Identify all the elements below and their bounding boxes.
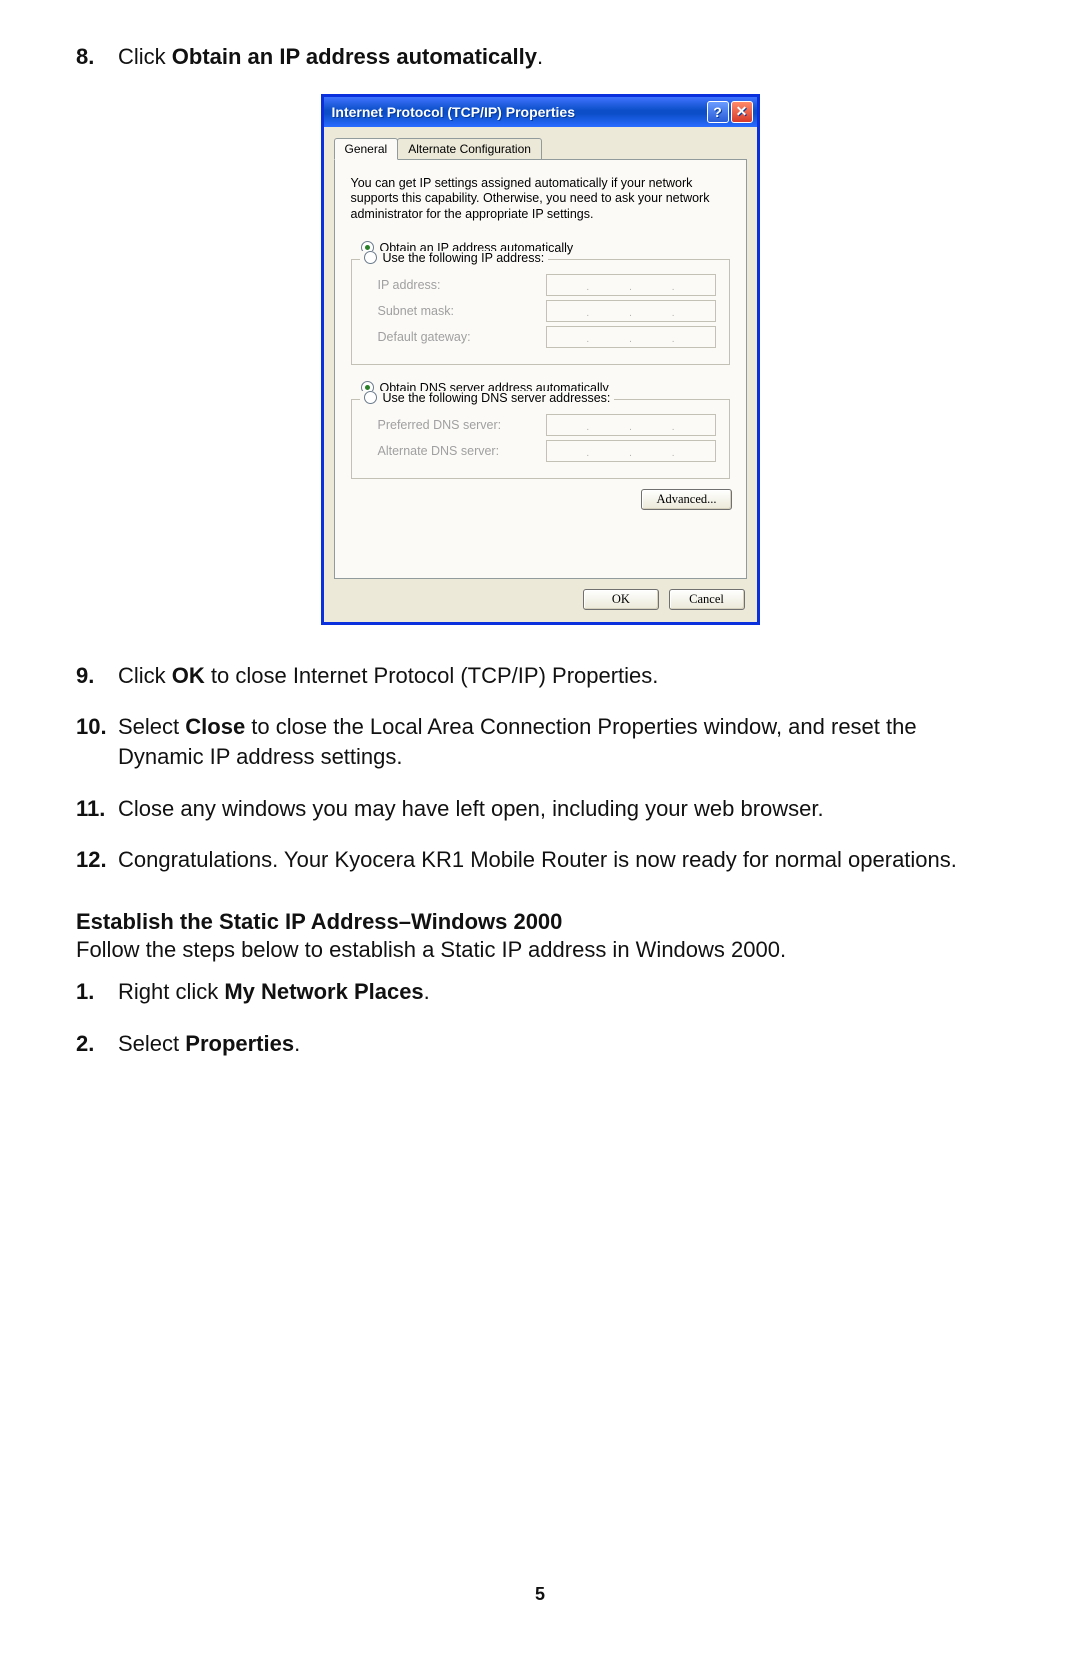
- step-8-suffix: .: [537, 44, 543, 69]
- step-8: 8. Click Obtain an IP address automatica…: [76, 42, 1004, 72]
- help-icon: ?: [713, 104, 722, 120]
- close-icon: ✕: [736, 103, 748, 120]
- step-9: 9. Click OK to close Internet Protocol (…: [76, 661, 1004, 691]
- label-default-gateway: Default gateway:: [378, 330, 546, 344]
- tab-general[interactable]: General: [334, 138, 399, 160]
- section-heading: Establish the Static IP Address–Windows …: [76, 909, 1004, 935]
- text: Right click: [118, 979, 224, 1004]
- label-subnet-mask: Subnet mask:: [378, 304, 546, 318]
- page-number: 5: [0, 1584, 1080, 1605]
- input-default-gateway[interactable]: ...: [546, 326, 716, 348]
- cancel-button[interactable]: Cancel: [669, 589, 745, 610]
- step-11-num: 11.: [76, 794, 118, 824]
- step-8-bold: Obtain an IP address automatically: [172, 44, 537, 69]
- input-alternate-dns[interactable]: ...: [546, 440, 716, 462]
- label-preferred-dns: Preferred DNS server:: [378, 418, 546, 432]
- step-10: 10. Select Close to close the Local Area…: [76, 712, 1004, 771]
- text-bold: My Network Places: [224, 979, 423, 1004]
- radio-icon: [364, 251, 377, 264]
- group-use-dns: Use the following DNS server addresses: …: [351, 399, 730, 479]
- text: to close Internet Protocol (TCP/IP) Prop…: [205, 663, 659, 688]
- step-12-body: Congratulations. Your Kyocera KR1 Mobile…: [118, 845, 1004, 875]
- close-button[interactable]: ✕: [731, 101, 753, 123]
- text: Select: [118, 714, 185, 739]
- step-11-body: Close any windows you may have left open…: [118, 794, 1004, 824]
- text: Click: [118, 663, 172, 688]
- radio-use-following-dns-label: Use the following DNS server addresses:: [383, 391, 611, 405]
- input-preferred-dns[interactable]: ...: [546, 414, 716, 436]
- text-bold: OK: [172, 663, 205, 688]
- tab-alternate-config[interactable]: Alternate Configuration: [397, 138, 542, 160]
- dialog-wrap: Internet Protocol (TCP/IP) Properties ? …: [76, 94, 1004, 625]
- step-12: 12. Congratulations. Your Kyocera KR1 Mo…: [76, 845, 1004, 875]
- radio-use-following-ip[interactable]: Use the following IP address:: [360, 251, 549, 265]
- section-intro: Follow the steps below to establish a St…: [76, 937, 1004, 963]
- step-12-num: 12.: [76, 845, 118, 875]
- group-use-ip: Use the following IP address: IP address…: [351, 259, 730, 365]
- substep-1-body: Right click My Network Places.: [118, 977, 1004, 1007]
- substep-1-num: 1.: [76, 977, 118, 1007]
- radio-icon: [364, 391, 377, 404]
- ok-button[interactable]: OK: [583, 589, 659, 610]
- step-10-num: 10.: [76, 712, 118, 771]
- panel-description: You can get IP settings assigned automat…: [351, 176, 730, 223]
- radio-use-following-dns[interactable]: Use the following DNS server addresses:: [360, 391, 615, 405]
- step-8-body: Click Obtain an IP address automatically…: [118, 42, 1004, 72]
- text-bold: Properties: [185, 1031, 294, 1056]
- substep-2-num: 2.: [76, 1029, 118, 1059]
- general-panel: You can get IP settings assigned automat…: [334, 159, 747, 579]
- text: Select: [118, 1031, 185, 1056]
- tab-bar: General Alternate Configuration: [334, 138, 747, 160]
- step-8-num: 8.: [76, 42, 118, 72]
- substep-2-body: Select Properties.: [118, 1029, 1004, 1059]
- text: .: [294, 1031, 300, 1056]
- input-subnet-mask[interactable]: ...: [546, 300, 716, 322]
- help-button[interactable]: ?: [707, 101, 729, 123]
- text-bold: Close: [185, 714, 245, 739]
- advanced-button[interactable]: Advanced...: [641, 489, 731, 510]
- label-ip-address: IP address:: [378, 278, 546, 292]
- step-9-num: 9.: [76, 661, 118, 691]
- step-8-prefix: Click: [118, 44, 172, 69]
- radio-use-following-ip-label: Use the following IP address:: [383, 251, 545, 265]
- input-ip-address[interactable]: ...: [546, 274, 716, 296]
- window-titlebar: Internet Protocol (TCP/IP) Properties ? …: [324, 97, 757, 127]
- window-title: Internet Protocol (TCP/IP) Properties: [332, 104, 705, 120]
- tcpip-dialog: Internet Protocol (TCP/IP) Properties ? …: [321, 94, 760, 625]
- step-10-body: Select Close to close the Local Area Con…: [118, 712, 1004, 771]
- substep-1: 1. Right click My Network Places.: [76, 977, 1004, 1007]
- step-11: 11. Close any windows you may have left …: [76, 794, 1004, 824]
- label-alternate-dns: Alternate DNS server:: [378, 444, 546, 458]
- substep-2: 2. Select Properties.: [76, 1029, 1004, 1059]
- text: .: [424, 979, 430, 1004]
- step-9-body: Click OK to close Internet Protocol (TCP…: [118, 661, 1004, 691]
